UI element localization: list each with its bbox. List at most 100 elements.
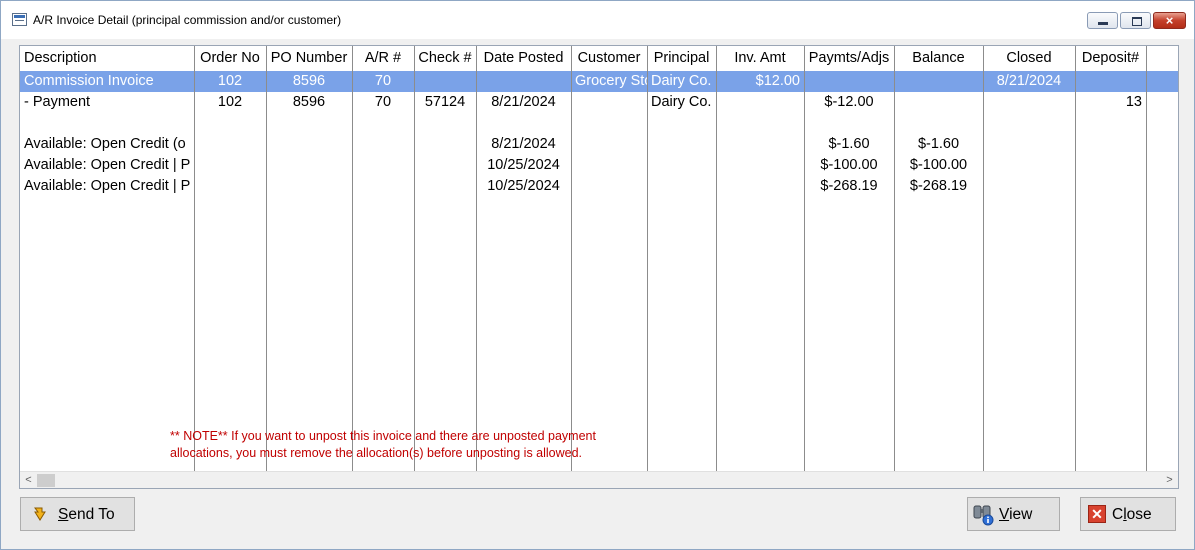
cell-customer [571,113,647,134]
maximize-icon [1132,17,1142,26]
cell-po-number: 8596 [292,73,326,89]
cell-check-no: 57124 [424,94,466,110]
column-header-check-no[interactable]: Check # [414,46,476,70]
cell-order-no [194,176,266,197]
note-line-1: ** NOTE** If you want to unpost this inv… [170,429,596,443]
cell-deposit [1075,113,1146,134]
cell-date-posted: 8/21/2024 [491,94,556,110]
minimize-button[interactable] [1087,12,1118,29]
column-divider[interactable] [983,46,984,471]
column-divider[interactable] [194,46,195,471]
cell-description: Available: Open Credit | P [24,178,191,194]
cell-closed [983,176,1075,197]
scroll-left-arrow[interactable]: < [20,472,37,488]
cell-closed [983,92,1075,113]
cell-deposit [1075,134,1146,155]
cell-deposit: 13 [1125,94,1142,110]
column-header-closed[interactable]: Closed [983,46,1075,70]
column-header-order-no[interactable]: Order No [194,46,266,70]
binoculars-info-icon [973,505,994,526]
cell-check-no [414,155,476,176]
column-divider[interactable] [1075,46,1076,471]
column-header-balance[interactable]: Balance [894,46,983,70]
cell-paymts-adjs: $-100.00 [820,157,878,173]
cell-description: Available: Open Credit (o [24,136,186,152]
cell-ar-no: 70 [374,94,392,110]
cell-po-number [266,113,352,134]
cell-po-number: 8596 [292,94,326,110]
cell-check-no [414,134,476,155]
cell-paymts-adjs: $-12.00 [824,94,874,110]
cell-description: - Payment [24,94,91,110]
cell-paymts-adjs [804,71,894,92]
column-divider[interactable] [414,46,415,471]
cell-date-posted: 10/25/2024 [487,157,560,173]
close-icon: × [1165,13,1174,28]
column-divider[interactable] [352,46,353,471]
cell-deposit [1075,71,1146,92]
window-close-button[interactable]: × [1153,12,1186,29]
column-divider[interactable] [571,46,572,471]
column-header-customer[interactable]: Customer [571,46,647,70]
cell-order-no [194,134,266,155]
invoice-detail-grid[interactable]: Description Order No PO Number A/R # Check #… [19,45,1179,489]
cell-balance [894,113,983,134]
note-line-2: allocations, you must remove the allocat… [170,446,583,460]
title-bar: A/R Invoice Detail (principal commission… [1,1,1194,39]
cell-customer [571,176,647,197]
column-divider[interactable] [1146,46,1147,471]
column-divider[interactable] [266,46,267,471]
cell-date-posted [476,71,571,92]
column-divider[interactable] [716,46,717,471]
view-button[interactable]: View [967,497,1060,531]
cell-po-number [266,155,352,176]
cell-date-posted: 8/21/2024 [491,136,556,152]
send-to-button[interactable]: Send To [20,497,135,531]
close-x-icon: ✕ [1088,505,1106,523]
horizontal-scrollbar[interactable]: < > [20,471,1178,488]
cell-deposit [1075,176,1146,197]
scroll-right-arrow[interactable]: > [1161,472,1178,488]
column-divider[interactable] [894,46,895,471]
cell-balance: $-268.19 [909,178,968,194]
cell-description: Available: Open Credit | P [24,157,191,173]
cell-description: Commission Invoice [24,73,154,89]
column-header-inv-amt[interactable]: Inv. Amt [716,46,804,70]
cell-ar-no [352,134,414,155]
send-to-icon [34,507,46,521]
column-header-deposit[interactable]: Deposit# [1075,46,1146,70]
maximize-button[interactable] [1120,12,1151,29]
view-label: View [999,506,1033,523]
cell-customer: Grocery Store [575,73,647,89]
cell-check-no [414,71,476,92]
column-header-principal[interactable]: Principal [647,46,716,70]
cell-inv-amt [716,92,804,113]
close-button[interactable]: ✕ Close [1080,497,1176,531]
column-header-ar-no[interactable]: A/R # [352,46,414,70]
cell-customer [571,134,647,155]
cell-closed: 8/21/2024 [996,73,1062,89]
column-header-date-posted[interactable]: Date Posted [476,46,571,70]
cell-order-no: 102 [217,73,243,89]
column-divider[interactable] [804,46,805,471]
scroll-thumb[interactable] [37,474,55,487]
cell-po-number [266,176,352,197]
cell-ar-no [352,176,414,197]
column-divider[interactable] [476,46,477,471]
cell-closed [983,155,1075,176]
column-header-description[interactable]: Description [20,46,194,70]
cell-ar-no [352,113,414,134]
column-header-paymts-adjs[interactable]: Paymts/Adjs [804,46,894,70]
close-label: Close [1112,506,1152,523]
cell-order-no [194,155,266,176]
cell-customer [571,155,647,176]
column-divider[interactable] [647,46,648,471]
cell-check-no [414,176,476,197]
app-window-icon [12,13,27,26]
cell-inv-amt [716,155,804,176]
window-title: A/R Invoice Detail (principal commission… [33,13,342,27]
cell-ar-no: 70 [374,73,392,89]
cell-principal: Dairy Co. [651,73,712,89]
cell-ar-no [352,155,414,176]
column-header-po-number[interactable]: PO Number [266,46,352,70]
